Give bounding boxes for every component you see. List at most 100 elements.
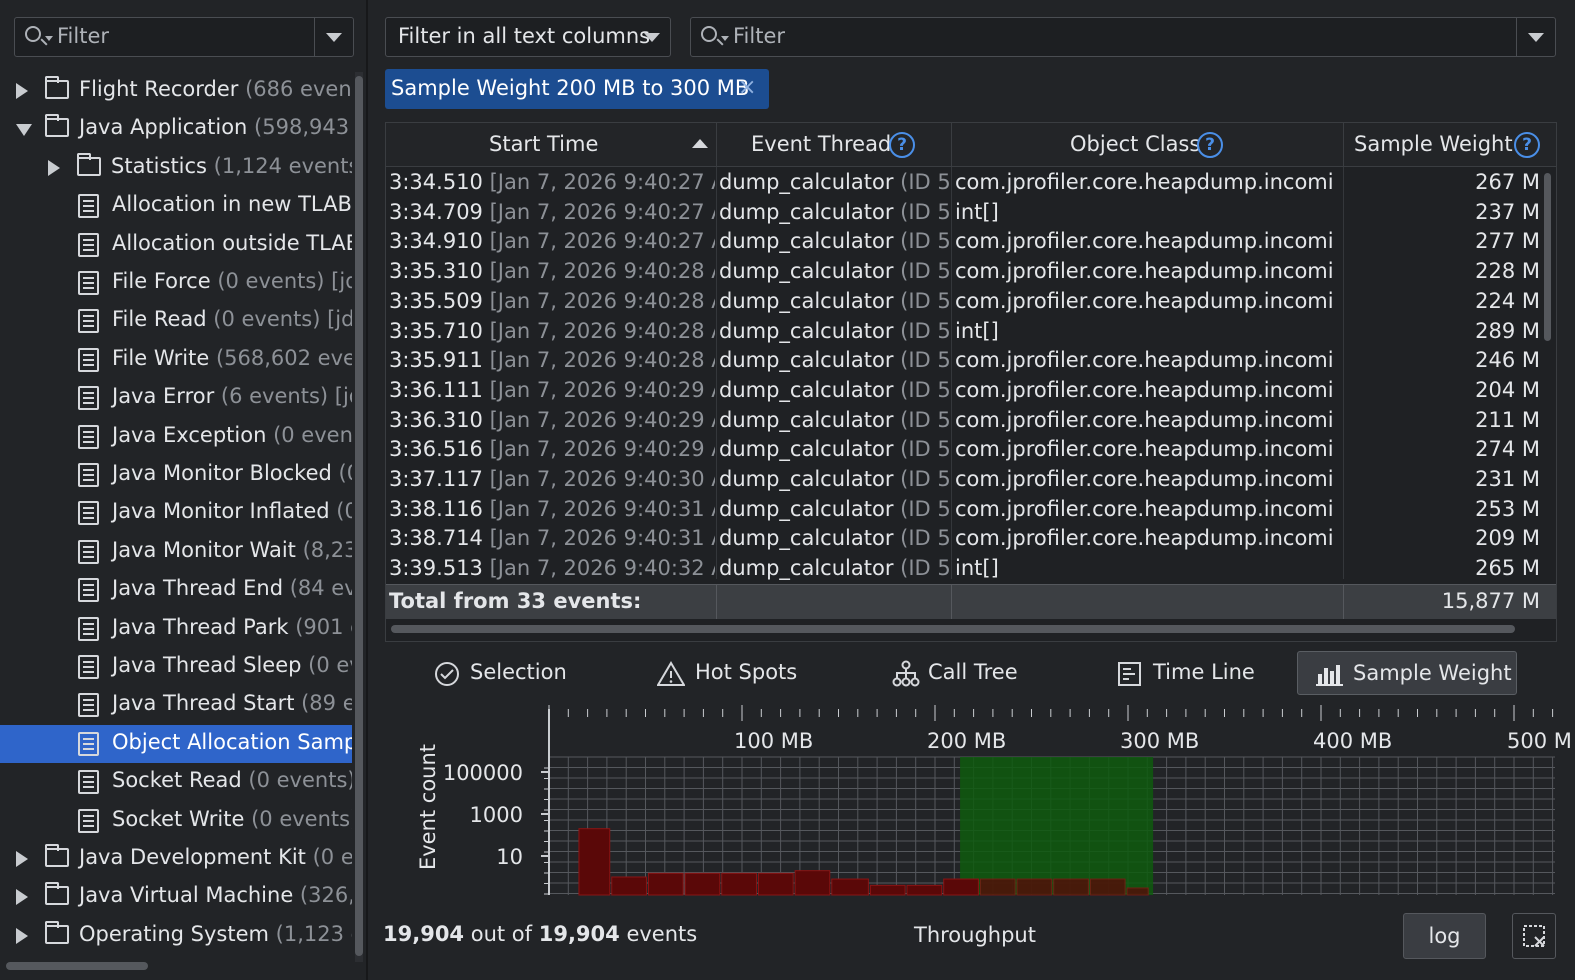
tree-item[interactable]: Java Monitor Wait (8,233: [0, 533, 352, 571]
event-type-tree: Flight Recorder (686 events) Java Applica…: [0, 72, 352, 962]
tab-hot-spots[interactable]: Hot Spots: [655, 651, 805, 695]
start-time: 3:34.510: [389, 170, 483, 194]
log-scale-button[interactable]: log: [1403, 913, 1486, 959]
tree-horizontal-scrollbar[interactable]: [6, 962, 148, 970]
table-row[interactable]: 3:35.310 [Jan 7, 2026 9:40:28 AM]dump_ca…: [386, 256, 1556, 286]
tab-label: Call Tree: [928, 660, 1018, 684]
tab-sample-weight[interactable]: Sample Weight: [1297, 651, 1517, 695]
tree-vertical-scrollbar[interactable]: [355, 72, 363, 962]
tree-item[interactable]: Flight Recorder (686 events): [0, 72, 352, 110]
tree-item[interactable]: Java Thread Start (89 eve: [0, 686, 352, 724]
table-row[interactable]: 3:34.709 [Jan 7, 2026 9:40:27 AM]dump_ca…: [386, 197, 1556, 227]
tree-item[interactable]: Statistics (1,124 events): [0, 149, 352, 187]
histogram-bar: [906, 884, 943, 896]
tree-filter-input[interactable]: Filter: [14, 17, 354, 57]
table-filter-dropdown-button[interactable]: [1516, 18, 1555, 56]
expand-icon[interactable]: [16, 83, 28, 99]
help-icon[interactable]: ?: [889, 132, 915, 158]
tab-label: Time Line: [1153, 660, 1255, 684]
expand-icon[interactable]: [16, 889, 28, 906]
tree-item[interactable]: Object Allocation Sample: [0, 724, 352, 763]
table-cell: 3:36.111 [Jan 7, 2026 9:40:29 AM]: [389, 378, 715, 402]
column-header-start-time[interactable]: Start Time: [386, 123, 717, 167]
tree-item[interactable]: Java Application (598,943 ev: [0, 110, 352, 148]
help-icon[interactable]: ?: [1514, 132, 1540, 158]
column-header-object-class[interactable]: Object Class ?: [952, 123, 1344, 167]
tree-item[interactable]: Socket Write (0 events) [j: [0, 802, 352, 840]
tab-time-line[interactable]: Time Line: [1115, 651, 1255, 695]
tree-item[interactable]: Java Thread Park (901 ev: [0, 610, 352, 648]
tree-item[interactable]: Java Development Kit (0 eve: [0, 840, 352, 878]
close-icon[interactable]: ×: [738, 75, 756, 100]
table-row[interactable]: 3:36.111 [Jan 7, 2026 9:40:29 AM]dump_ca…: [386, 375, 1556, 405]
filter-column-select[interactable]: Filter in all text columns: [385, 17, 671, 57]
table-vertical-scrollbar[interactable]: [1542, 167, 1552, 579]
expand-icon[interactable]: [48, 159, 60, 176]
clear-selection-button[interactable]: [1512, 913, 1556, 959]
scrollbar-thumb[interactable]: [1544, 173, 1551, 341]
tree-item-label: Java Monitor Blocked (0: [112, 461, 352, 485]
tree-item-label: Java Thread Park (901 ev: [112, 615, 352, 639]
start-date: [Jan 7, 2026 9:40:29 AM]: [489, 377, 715, 402]
split-divider[interactable]: [366, 0, 368, 980]
table-cell: 237 M: [1344, 200, 1540, 224]
tree-item[interactable]: Socket Read (0 events) [j: [0, 763, 352, 801]
tree-item[interactable]: Java Thread End (84 ever: [0, 571, 352, 609]
table-row[interactable]: 3:38.116 [Jan 7, 2026 9:40:31 AM]dump_ca…: [386, 494, 1556, 524]
tree-item-name: Java Thread End: [112, 576, 284, 601]
table-row[interactable]: 3:34.510 [Jan 7, 2026 9:40:27 AM]dump_ca…: [386, 167, 1556, 197]
object-class: com.jprofiler.core.heapdump.incomin...: [955, 437, 1335, 462]
column-header-event-thread[interactable]: Event Thread ?: [717, 123, 952, 167]
table-row[interactable]: 3:36.516 [Jan 7, 2026 9:40:29 AM]dump_ca…: [386, 434, 1556, 464]
table-row[interactable]: 3:35.710 [Jan 7, 2026 9:40:28 AM]dump_ca…: [386, 316, 1556, 346]
sort-ascending-icon: [692, 139, 708, 148]
table-row[interactable]: 3:34.910 [Jan 7, 2026 9:40:27 AM]dump_ca…: [386, 226, 1556, 256]
thread-id: (ID 57): [900, 556, 949, 581]
table-cell: dump_calculator (ID 57): [719, 229, 949, 253]
table-horizontal-scrollbar[interactable]: [391, 625, 1515, 633]
table-row[interactable]: 3:35.911 [Jan 7, 2026 9:40:28 AM]dump_ca…: [386, 345, 1556, 375]
histogram-bar: [721, 872, 757, 896]
histogram-plot[interactable]: [385, 705, 1557, 905]
sample-weight: 289 M: [1475, 318, 1540, 343]
expand-icon[interactable]: [16, 927, 28, 944]
scrollbar-thumb[interactable]: [355, 76, 363, 956]
selected-range[interactable]: [960, 757, 1154, 895]
tree-item[interactable]: Java Thread Sleep (0 eve: [0, 648, 352, 686]
tree-item[interactable]: Java Exception (0 events): [0, 418, 352, 456]
tree-item[interactable]: Java Error (6 events) [jdk.: [0, 379, 352, 417]
tree-item[interactable]: File Read (0 events) [jdk.I: [0, 302, 352, 340]
table-row[interactable]: 3:36.310 [Jan 7, 2026 9:40:29 AM]dump_ca…: [386, 405, 1556, 435]
expand-icon[interactable]: [16, 851, 28, 867]
sample-weight-histogram[interactable]: Event count 100000 1000 10 100 MB 200 MB…: [385, 705, 1572, 905]
thread-name: dump_calculator: [719, 437, 894, 462]
tree-filter-dropdown-button[interactable]: [314, 18, 353, 56]
tree-item[interactable]: Java Monitor Inflated (0 e: [0, 494, 352, 532]
search-options-icon[interactable]: [45, 36, 53, 41]
tree-item-name: Java Thread Sleep: [112, 653, 302, 677]
help-icon[interactable]: ?: [1197, 132, 1223, 158]
collapse-icon[interactable]: [16, 124, 32, 137]
table-row[interactable]: 3:38.714 [Jan 7, 2026 9:40:31 AM]dump_ca…: [386, 523, 1556, 553]
tab-call-tree[interactable]: Call Tree: [890, 651, 1025, 695]
tree-item[interactable]: Operating System (1,123 ev: [0, 917, 352, 955]
table-row[interactable]: 3:39.513 [Jan 7, 2026 9:40:32 AM]dump_ca…: [386, 553, 1556, 583]
folder-icon: [45, 920, 69, 944]
table-row[interactable]: 3:35.509 [Jan 7, 2026 9:40:28 AM]dump_ca…: [386, 286, 1556, 316]
histogram-bar: [684, 872, 721, 896]
column-header-sample-weight[interactable]: Sample Weight ?: [1344, 123, 1556, 167]
tree-item[interactable]: File Force (0 events) [jdk.: [0, 264, 352, 302]
thread-name: dump_calculator: [719, 407, 894, 432]
tree-item[interactable]: Java Monitor Blocked (0: [0, 456, 352, 494]
tree-item[interactable]: Java Virtual Machine (326,51: [0, 878, 352, 916]
event-type-icon: [78, 271, 99, 295]
tree-item[interactable]: Allocation outside TLAB (: [0, 226, 352, 264]
tab-selection[interactable]: Selection: [430, 651, 570, 695]
tree-item[interactable]: File Write (568,602 event: [0, 341, 352, 379]
tree-item-count: (0 events) [j: [248, 768, 352, 793]
table-filter-input[interactable]: Filter: [690, 17, 1556, 57]
search-options-icon[interactable]: [721, 36, 729, 41]
table-row[interactable]: 3:37.117 [Jan 7, 2026 9:40:30 AM]dump_ca…: [386, 464, 1556, 494]
tree-item[interactable]: Allocation in new TLAB (0: [0, 187, 352, 225]
histogram-bar: [647, 872, 684, 896]
